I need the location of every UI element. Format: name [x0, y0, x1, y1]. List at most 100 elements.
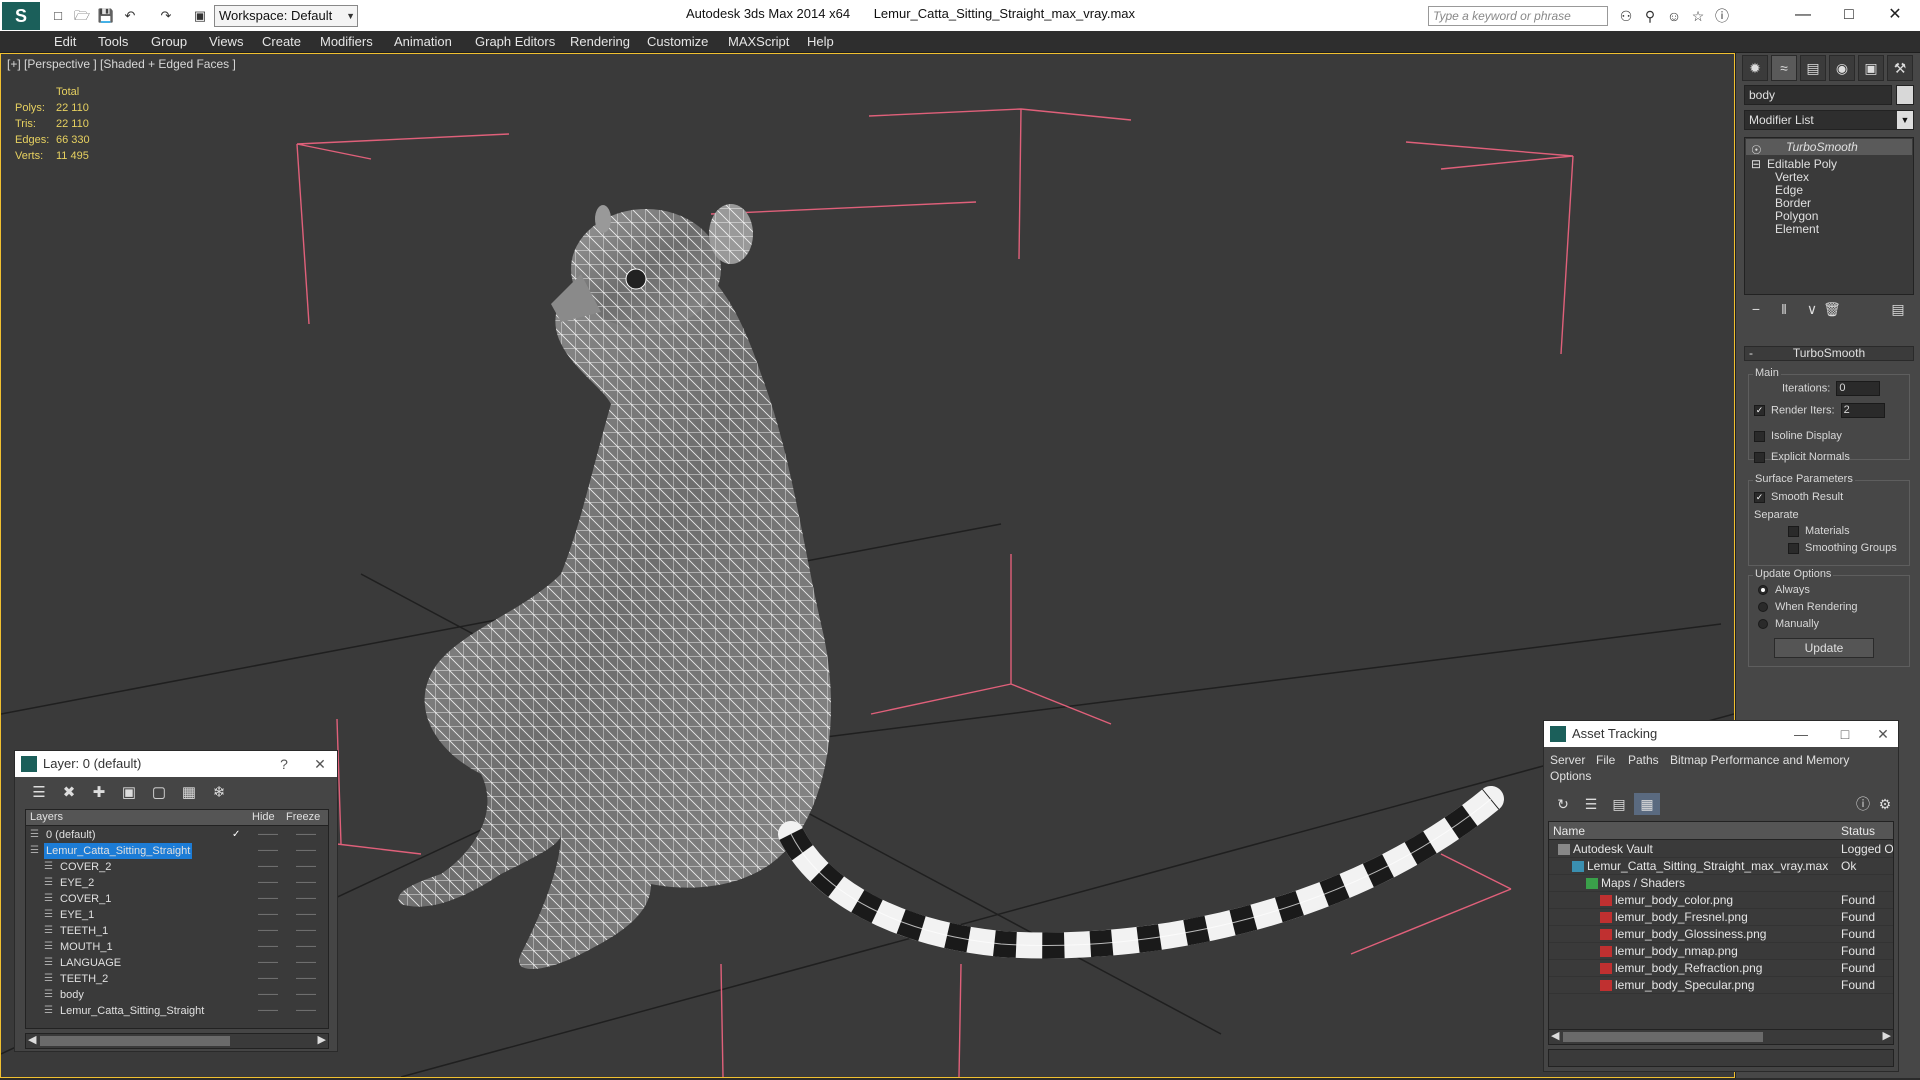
- hide-toggle[interactable]: ——: [258, 1003, 278, 1019]
- layer-row[interactable]: ☰ TEETH_1 —— ——: [26, 923, 328, 939]
- hide-toggle[interactable]: ——: [258, 859, 278, 875]
- menu-customize[interactable]: Customize: [647, 34, 708, 49]
- freeze-toggle[interactable]: ——: [296, 907, 316, 923]
- smooth-result-checkbox[interactable]: ✓: [1754, 491, 1765, 503]
- asset-row[interactable]: lemur_body_Specular.png Found: [1549, 977, 1893, 994]
- freeze-toggle[interactable]: ——: [296, 987, 316, 1003]
- redo-icon[interactable]: ↷: [156, 6, 176, 26]
- help-icon[interactable]: ?: [269, 751, 299, 777]
- layer-row[interactable]: ☰ 0 (default) ✓ —— ——: [26, 827, 328, 843]
- refresh-icon[interactable]: ↻: [1550, 793, 1576, 815]
- render-iters-spinner[interactable]: 2: [1840, 403, 1885, 418]
- scrollbar-thumb[interactable]: [40, 1036, 230, 1046]
- manually-radio[interactable]: Manually: [1758, 618, 1819, 630]
- hide-toggle[interactable]: ——: [258, 971, 278, 987]
- settings-icon[interactable]: ⚙: [1872, 793, 1898, 815]
- layer-row[interactable]: ☰ EYE_1 —— ——: [26, 907, 328, 923]
- asset-window-titlebar[interactable]: Asset Tracking — □ ✕: [1544, 721, 1898, 747]
- asset-row[interactable]: lemur_body_color.png Found: [1549, 892, 1893, 909]
- stack-item-element[interactable]: Element: [1775, 221, 1819, 237]
- detail-view-icon[interactable]: ▤: [1606, 793, 1632, 815]
- freeze-column-header[interactable]: Freeze: [286, 811, 320, 823]
- turbosmooth-rollout-header[interactable]: - TurboSmooth: [1744, 346, 1914, 361]
- close-icon[interactable]: ✕: [305, 751, 335, 777]
- asset-row[interactable]: Lemur_Catta_Sitting_Straight_max_vray.ma…: [1549, 858, 1893, 875]
- asset-horizontal-scrollbar[interactable]: ◀ ▶: [1548, 1029, 1894, 1045]
- asset-row[interactable]: Maps / Shaders: [1549, 875, 1893, 892]
- freeze-toggle[interactable]: ——: [296, 891, 316, 907]
- status-column-header[interactable]: Status: [1841, 824, 1875, 838]
- name-column-header[interactable]: Name: [1553, 824, 1585, 838]
- isoline-checkbox[interactable]: [1754, 430, 1765, 442]
- remove-modifier-icon[interactable]: 🗑: [1820, 301, 1844, 318]
- menu-graph-editors[interactable]: Graph Editors: [475, 34, 555, 49]
- show-end-result-icon[interactable]: ‖: [1772, 301, 1796, 317]
- hide-toggle[interactable]: ——: [258, 923, 278, 939]
- hide-column-header[interactable]: Hide: [252, 811, 275, 823]
- save-file-icon[interactable]: 💾: [96, 6, 116, 26]
- new-file-icon[interactable]: □: [48, 6, 68, 26]
- menu-modifiers[interactable]: Modifiers: [320, 34, 373, 49]
- asset-menu-bitmap[interactable]: Bitmap Performance and Memory: [1670, 753, 1849, 767]
- expand-icon[interactable]: ⊟: [1751, 156, 1761, 172]
- freeze-toggle[interactable]: ——: [296, 923, 316, 939]
- hide-toggle[interactable]: ——: [258, 891, 278, 907]
- menu-help[interactable]: Help: [807, 34, 834, 49]
- scroll-left-icon[interactable]: ◀: [1551, 1029, 1559, 1042]
- layer-row[interactable]: ☰ LANGUAGE —— ——: [26, 955, 328, 971]
- layer-row[interactable]: ☰ COVER_2 —— ——: [26, 859, 328, 875]
- explicit-normals-checkbox[interactable]: [1754, 451, 1765, 463]
- freeze-toggle[interactable]: ——: [296, 971, 316, 987]
- list-view-icon[interactable]: ☰: [1578, 793, 1604, 815]
- utilities-tab-icon[interactable]: ⚒: [1887, 55, 1913, 81]
- motion-tab-icon[interactable]: ◉: [1829, 55, 1855, 81]
- hide-toggle[interactable]: ——: [258, 827, 278, 843]
- layer-row[interactable]: ☰ Lemur_Catta_Sitting_Straight —— ——: [26, 1003, 328, 1019]
- hide-toggle[interactable]: ——: [258, 939, 278, 955]
- asset-menu-options[interactable]: Options: [1550, 769, 1591, 783]
- hide-toggle[interactable]: ——: [258, 955, 278, 971]
- object-name-field[interactable]: body: [1744, 85, 1892, 105]
- key-icon[interactable]: ⚲: [1638, 8, 1662, 25]
- menu-tools[interactable]: Tools: [98, 34, 128, 49]
- minimize-icon[interactable]: —: [1780, 2, 1826, 28]
- star-icon[interactable]: ☆: [1686, 8, 1710, 25]
- always-radio[interactable]: Always: [1758, 584, 1810, 596]
- help-icon[interactable]: ⓘ: [1710, 6, 1734, 26]
- hide-toggle[interactable]: ——: [258, 907, 278, 923]
- hide-all-icon[interactable]: ▦: [175, 783, 203, 801]
- display-tab-icon[interactable]: ▣: [1858, 55, 1884, 81]
- layer-row[interactable]: ☰ MOUTH_1 —— ——: [26, 939, 328, 955]
- layer-row[interactable]: ☰ body —— ——: [26, 987, 328, 1003]
- hide-toggle[interactable]: ——: [258, 843, 278, 859]
- asset-row[interactable]: lemur_body_Glossiness.png Found: [1549, 926, 1893, 943]
- current-layer-check[interactable]: ✓: [232, 827, 240, 843]
- layer-row[interactable]: ☰ COVER_1 —— ——: [26, 891, 328, 907]
- select-in-layer-icon[interactable]: ▣: [115, 783, 143, 801]
- stack-item-turbosmooth[interactable]: TurboSmooth: [1746, 139, 1912, 155]
- menu-maxscript[interactable]: MAXScript: [728, 34, 789, 49]
- scrollbar-thumb[interactable]: [1563, 1032, 1763, 1042]
- add-to-layer-icon[interactable]: ✚: [85, 783, 113, 801]
- layer-horizontal-scrollbar[interactable]: ◀ ▶: [25, 1033, 329, 1049]
- person-icon[interactable]: ☺: [1662, 8, 1686, 24]
- binoculars-icon[interactable]: ⚇: [1614, 8, 1638, 25]
- hide-toggle[interactable]: ——: [258, 875, 278, 891]
- materials-checkbox[interactable]: [1788, 525, 1799, 537]
- menu-group[interactable]: Group: [151, 34, 187, 49]
- asset-menu-paths[interactable]: Paths: [1628, 753, 1659, 767]
- layer-row[interactable]: ☰ EYE_2 —— ——: [26, 875, 328, 891]
- freeze-toggle[interactable]: ——: [296, 875, 316, 891]
- highlight-layer-icon[interactable]: ▢: [145, 783, 173, 801]
- open-file-icon[interactable]: 🗁: [72, 6, 92, 26]
- scroll-right-icon[interactable]: ▶: [318, 1033, 326, 1046]
- new-layer-icon[interactable]: ☰: [25, 783, 53, 801]
- table-view-icon[interactable]: ▦: [1634, 793, 1660, 815]
- create-tab-icon[interactable]: ✹: [1742, 55, 1768, 81]
- layer-row[interactable]: ☰ Lemur_Catta_Sitting_Straight —— ——: [26, 843, 328, 859]
- menu-animation[interactable]: Animation: [394, 34, 452, 49]
- asset-row[interactable]: Autodesk Vault Logged Out: [1549, 841, 1893, 858]
- pin-stack-icon[interactable]: −: [1744, 301, 1768, 317]
- asset-row[interactable]: lemur_body_Fresnel.png Found: [1549, 909, 1893, 926]
- undo-icon[interactable]: ↶: [120, 6, 140, 26]
